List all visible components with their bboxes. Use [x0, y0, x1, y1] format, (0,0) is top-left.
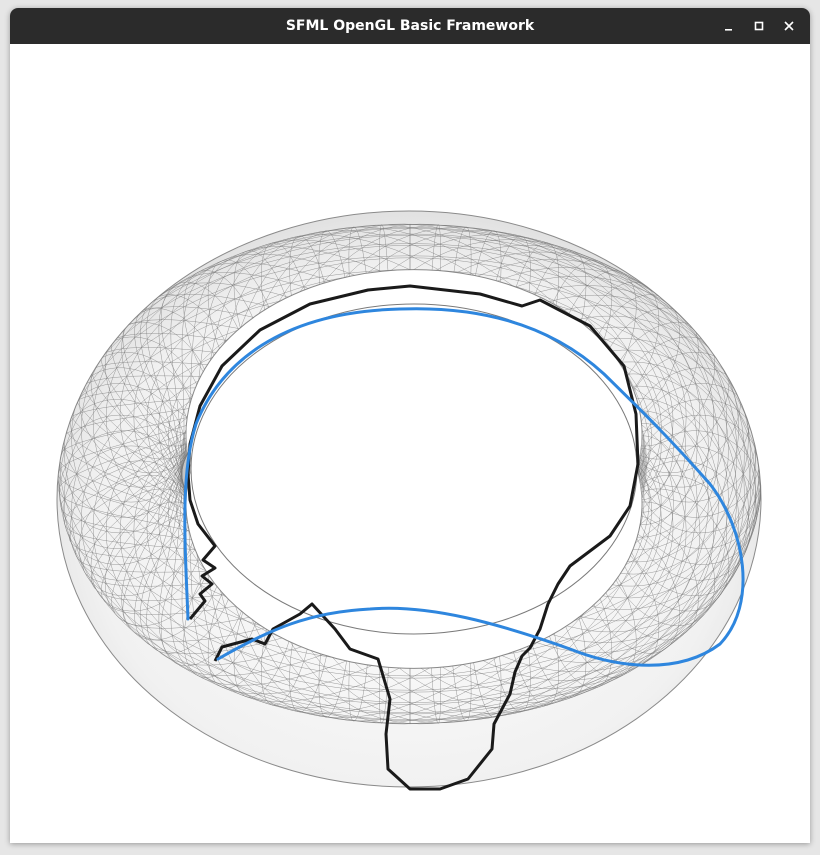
- minimize-icon: [725, 29, 732, 31]
- minimize-button[interactable]: [716, 13, 742, 39]
- window-title: SFML OpenGL Basic Framework: [285, 18, 535, 34]
- app-window: SFML OpenGL Basic Framework: [10, 8, 810, 843]
- wire-parallel: [175, 303, 645, 594]
- scene-svg: [56, 210, 762, 791]
- maximize-button[interactable]: [746, 13, 772, 39]
- torus-hole-edge: [190, 303, 638, 635]
- close-icon: [784, 21, 794, 31]
- wire-parallel: [180, 318, 640, 604]
- wire-parallel: [175, 354, 645, 645]
- title-bar[interactable]: SFML OpenGL Basic Framework: [10, 8, 810, 44]
- wire-parallel: [168, 287, 652, 588]
- close-button[interactable]: [776, 13, 802, 39]
- wire-parallel: [181, 332, 639, 616]
- window-controls: [716, 8, 802, 44]
- opengl-viewport[interactable]: [10, 44, 810, 843]
- maximize-icon: [754, 21, 764, 31]
